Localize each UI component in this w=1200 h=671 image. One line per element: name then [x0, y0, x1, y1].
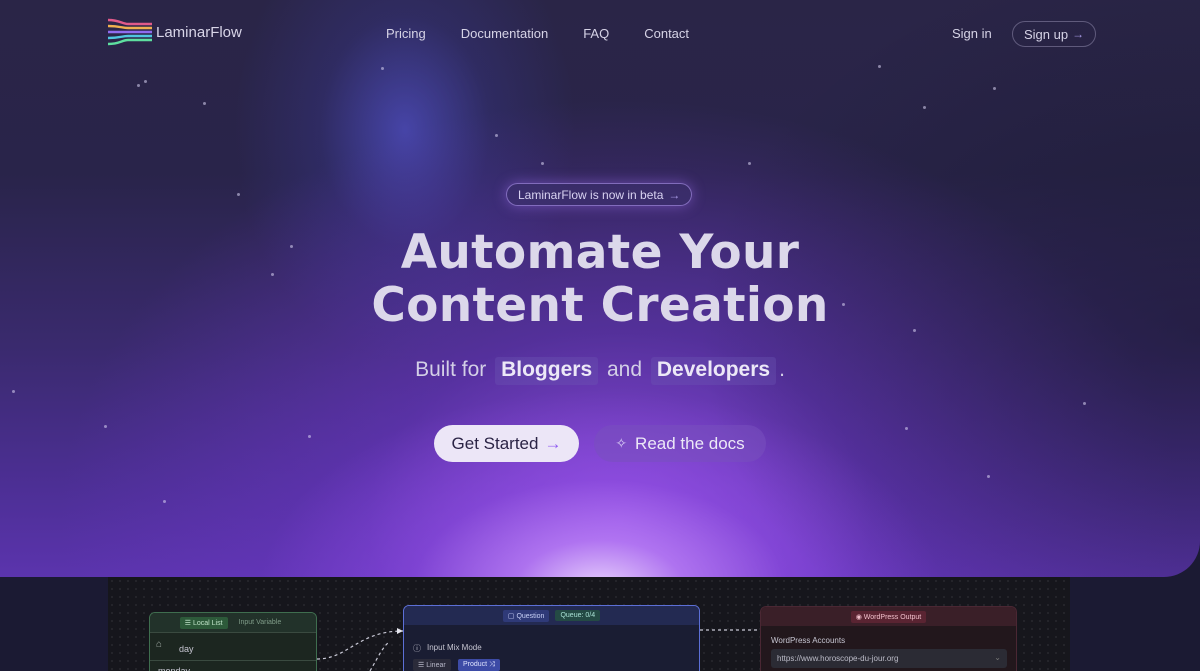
list-icon-tag: ☰ Local List: [179, 616, 228, 629]
beta-badge-label: LaminarFlow is now in beta: [518, 187, 664, 202]
node-local-list[interactable]: ☰ Local List Input Variable ⌂ day monday: [149, 612, 317, 671]
node-tag-local-list: Local List: [192, 619, 223, 627]
tag-icon: ⌂: [156, 639, 163, 650]
magic-wand-icon: ✧: [615, 435, 628, 451]
mix-mode-product[interactable]: Product ⤨: [458, 659, 500, 671]
subtitle-suffix: .: [779, 358, 785, 381]
wordpress-account-value: https://www.horoscope-du-jour.org: [777, 654, 899, 663]
arrow-right-icon: →: [544, 433, 562, 453]
list-row-2: monday: [158, 666, 191, 671]
node-wordpress-output[interactable]: ◉ WordPress Output WordPress Accounts ht…: [760, 606, 1017, 671]
brand-name: LaminarFlow: [156, 23, 242, 41]
subtitle-prefix: Built for: [415, 358, 487, 381]
star: [1083, 402, 1086, 405]
star: [987, 475, 990, 478]
queue-badge: Queue: 0/4: [555, 610, 601, 621]
flow-lines-logo-icon: [108, 18, 152, 46]
divider: [150, 660, 316, 661]
nav-link-contact[interactable]: Contact: [644, 26, 689, 41]
arrow-right-icon: →: [1072, 27, 1085, 41]
hero-title-line2: Content Creation: [371, 278, 829, 333]
star: [203, 102, 206, 105]
divider: [150, 632, 316, 633]
wordpress-icon-tag: ◉ WordPress Output: [850, 610, 927, 623]
subtitle-and: and: [606, 358, 643, 381]
get-started-button[interactable]: Get Started →: [434, 425, 579, 462]
mix-mode-linear[interactable]: ☰ Linear: [413, 659, 451, 671]
highlight-developers: Developers: [650, 357, 777, 385]
star: [237, 193, 240, 196]
star: [104, 425, 107, 428]
nav-link-faq[interactable]: FAQ: [583, 26, 609, 41]
sign-up-button[interactable]: Sign up →: [1012, 21, 1097, 47]
hero-section: LaminarFlow Pricing Documentation FAQ Co…: [0, 0, 1200, 577]
star: [748, 162, 751, 165]
node-question[interactable]: ▢ Question Queue: 0/4 ⓘ Input Mix Mode ☰…: [403, 605, 700, 671]
info-icon: ⓘ: [413, 644, 421, 653]
list-row-1: day: [179, 644, 194, 654]
star: [163, 500, 166, 503]
star: [137, 84, 140, 87]
sign-in-link[interactable]: Sign in: [952, 26, 992, 41]
hero-title: Automate Your Content Creation: [0, 226, 1200, 332]
star: [993, 87, 996, 90]
chat-icon-tag: ▢ Question: [502, 609, 550, 622]
highlight-bloggers: Bloggers: [495, 357, 599, 385]
arrow-right-icon: →: [668, 187, 681, 202]
nav-link-documentation[interactable]: Documentation: [461, 26, 548, 41]
top-nav: LaminarFlow Pricing Documentation FAQ Co…: [0, 0, 1200, 68]
product-label: Product: [463, 661, 488, 668]
node-tag-wordpress: WordPress Output: [863, 613, 922, 621]
wordpress-accounts-label: WordPress Accounts: [771, 636, 846, 645]
star: [12, 390, 15, 393]
logo[interactable]: LaminarFlow: [108, 17, 242, 47]
node-secondary-tag: Input Variable: [238, 619, 282, 626]
hero-subtitle: Built for Bloggers and Developers.: [0, 357, 1200, 385]
node-tag-question: Question: [516, 612, 545, 620]
nav-links: Pricing Documentation FAQ Contact: [386, 26, 689, 41]
star: [144, 80, 147, 83]
star: [923, 106, 926, 109]
read-docs-button[interactable]: ✧ Read the docs: [594, 425, 766, 462]
linear-label: Linear: [426, 662, 446, 669]
beta-badge[interactable]: LaminarFlow is now in beta →: [506, 183, 693, 206]
chevron-down-icon: ⌄: [994, 653, 1001, 662]
star: [308, 435, 311, 438]
star: [495, 134, 498, 137]
read-docs-label: Read the docs: [635, 433, 745, 453]
input-mix-mode-label: Input Mix Mode: [427, 643, 482, 652]
node-header: ◉ WordPress Output: [761, 607, 1016, 626]
get-started-label: Get Started: [451, 433, 539, 453]
node-header: ☰ Local List Input Variable: [150, 613, 316, 632]
sign-up-label: Sign up: [1024, 26, 1069, 42]
node-header: ▢ Question Queue: 0/4: [404, 606, 699, 625]
hero-title-line1: Automate Your: [400, 225, 800, 280]
star: [905, 427, 908, 430]
workflow-preview: ☰ Local List Input Variable ⌂ day monday…: [108, 577, 1070, 671]
star: [541, 162, 544, 165]
wordpress-account-select[interactable]: https://www.horoscope-du-jour.org ⌄: [771, 649, 1007, 668]
nav-link-pricing[interactable]: Pricing: [386, 26, 426, 41]
